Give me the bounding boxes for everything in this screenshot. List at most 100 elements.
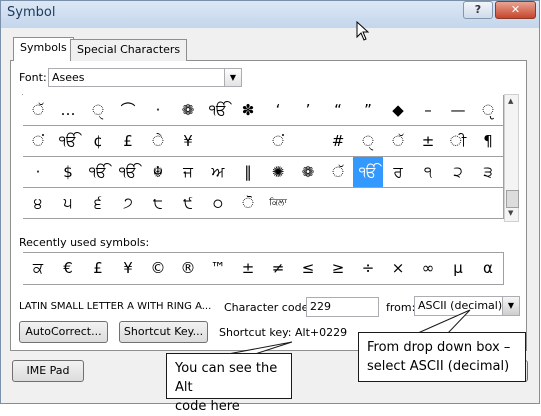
tab-special-characters[interactable]: Special Characters — [70, 39, 188, 61]
symbol-cell[interactable] — [203, 126, 234, 157]
symbol-cell[interactable]: ◆ — [383, 95, 414, 126]
symbol-cell[interactable]: ੪ — [23, 188, 54, 219]
chevron-down-icon[interactable]: ▼ — [502, 297, 519, 315]
symbol-cell[interactable]: ੱ — [23, 95, 54, 126]
symbol-cell[interactable]: ੯ — [173, 188, 204, 219]
symbol-cell[interactable]: ੧ — [413, 157, 444, 188]
recent-symbol-cell[interactable]: ≤ — [293, 252, 324, 285]
recent-symbol-cell[interactable]: ≥ — [323, 252, 354, 285]
recent-symbol-cell[interactable]: ® — [173, 252, 204, 285]
symbol-cell[interactable]: ੑ — [83, 95, 114, 126]
symbol-cell[interactable]: ‘ — [263, 95, 294, 126]
symbol-cell[interactable]: ੇ — [143, 126, 174, 157]
symbol-cell[interactable]: ੨ — [443, 157, 474, 188]
recent-symbol-cell[interactable]: α — [473, 252, 504, 285]
symbol-cell[interactable]: ਅ — [203, 157, 234, 188]
recent-symbol-cell[interactable]: £ — [83, 252, 114, 285]
character-code-input[interactable]: 229 — [306, 297, 379, 317]
symbol-cell[interactable]: ੭ — [113, 188, 144, 219]
symbol-cell[interactable]: ✽ — [233, 95, 264, 126]
recent-symbol-cell[interactable]: © — [143, 252, 174, 285]
recent-symbol-cell[interactable]: ≠ — [263, 252, 294, 285]
symbol-cell[interactable]: £ — [113, 126, 144, 157]
autocorrect-button[interactable]: AutoCorrect... — [19, 321, 108, 343]
symbol-cell[interactable]: ੱ — [383, 126, 414, 157]
symbol-cell[interactable]: · — [23, 157, 54, 188]
symbol-cell[interactable]: ⌒ — [113, 95, 144, 126]
recent-symbol-cell[interactable]: ¥ — [113, 252, 144, 285]
recent-symbol-cell[interactable]: ∞ — [413, 252, 444, 285]
symbol-cell[interactable]: ± — [413, 126, 444, 157]
chevron-down-icon[interactable]: ▼ — [224, 69, 241, 86]
help-button[interactable]: ? — [463, 1, 493, 19]
symbol-cell[interactable]: $ — [53, 157, 84, 188]
scroll-down-icon[interactable]: ▼ — [508, 209, 513, 217]
shortcut-key-button[interactable]: Shortcut Key... — [119, 321, 208, 343]
symbol-cell[interactable]: ੴ — [203, 95, 234, 126]
symbol-cell[interactable]: ੑ — [353, 126, 384, 157]
symbol-cell[interactable]: ❁ — [293, 157, 324, 188]
symbol-cell[interactable]: ੩ — [473, 157, 504, 188]
title-bar — [1, 1, 539, 28]
symbol-cell[interactable]: ੴ — [83, 157, 114, 188]
from-select-value: ASCII (decimal) — [418, 299, 503, 312]
symbol-cell[interactable]: ‖ — [233, 157, 264, 188]
recent-symbol-cell[interactable]: ਕ — [23, 252, 54, 285]
symbol-cell[interactable] — [323, 188, 354, 219]
recent-symbol-cell[interactable]: € — [53, 252, 84, 285]
scroll-up-icon[interactable]: ▲ — [508, 97, 513, 105]
symbol-cell[interactable]: ¶ — [473, 126, 504, 157]
close-button[interactable]: ✕ — [495, 1, 536, 19]
symbol-grid-scrollbar[interactable]: ▲ ▼ — [504, 94, 519, 222]
symbol-cell[interactable]: ✺ — [263, 157, 294, 188]
symbol-cell[interactable]: ੦ — [203, 188, 234, 219]
symbol-cell[interactable]: — — [443, 95, 474, 126]
recent-symbol-cell[interactable]: ± — [233, 252, 264, 285]
symbol-cell[interactable]: ਕਿਲਾ — [263, 188, 294, 219]
symbol-cell[interactable]: ੀ — [443, 126, 474, 157]
symbol-cell[interactable] — [473, 188, 504, 219]
symbol-cell[interactable]: ੴ — [353, 157, 384, 188]
symbol-cell[interactable]: ¥ — [173, 126, 204, 157]
tab-symbols[interactable]: Symbols — [13, 37, 74, 61]
symbol-cell[interactable] — [293, 126, 324, 157]
symbol-cell[interactable] — [383, 188, 414, 219]
symbol-cell[interactable]: ੱ — [323, 157, 354, 188]
symbol-cell[interactable]: ੫ — [53, 188, 84, 219]
symbol-cell[interactable]: # — [323, 126, 354, 157]
symbol-cell[interactable]: ੬ — [83, 188, 114, 219]
symbol-cell[interactable]: ੵ — [473, 95, 504, 126]
recent-symbol-cell[interactable]: ™ — [203, 252, 234, 285]
symbol-cell[interactable]: · — [143, 95, 174, 126]
symbol-cell[interactable] — [293, 188, 324, 219]
symbol-cell[interactable]: ਂ — [263, 126, 294, 157]
ime-pad-button[interactable]: IME Pad — [12, 360, 84, 382]
recent-symbol-cell[interactable]: ÷ — [353, 252, 384, 285]
font-select[interactable]: Asees ▼ — [48, 68, 242, 87]
symbol-cell[interactable]: “ — [323, 95, 354, 126]
symbol-cell[interactable]: ਜ — [173, 157, 204, 188]
mouse-cursor-icon — [356, 21, 370, 41]
symbol-cell[interactable]: ੮ — [143, 188, 174, 219]
recent-symbol-cell[interactable]: µ — [443, 252, 474, 285]
symbol-cell[interactable]: ਰ — [383, 157, 414, 188]
symbol-cell[interactable]: ੋ — [233, 188, 264, 219]
symbol-cell[interactable]: ੴ — [53, 126, 84, 157]
symbol-cell[interactable] — [233, 126, 264, 157]
symbol-cell[interactable]: … — [53, 95, 84, 126]
symbol-cell[interactable]: ੴ — [113, 157, 144, 188]
symbol-cell[interactable] — [443, 188, 474, 219]
symbol-cell[interactable]: – — [413, 95, 444, 126]
symbol-cell[interactable] — [413, 188, 444, 219]
symbol-cell[interactable]: ☬ — [143, 157, 174, 188]
symbol-cell[interactable]: ¢ — [83, 126, 114, 157]
alt-code-callout: You can see the Alt code here — [166, 353, 292, 414]
symbol-cell[interactable]: ’ — [293, 95, 324, 126]
recent-symbol-cell[interactable]: × — [383, 252, 414, 285]
symbol-cell[interactable]: ਂ — [23, 126, 54, 157]
from-select[interactable]: ASCII (decimal) ▼ — [414, 296, 520, 316]
symbol-cell[interactable] — [353, 188, 384, 219]
scrollbar-thumb[interactable] — [506, 190, 519, 208]
symbol-cell[interactable]: ” — [353, 95, 384, 126]
symbol-cell[interactable]: ❁ — [173, 95, 204, 126]
